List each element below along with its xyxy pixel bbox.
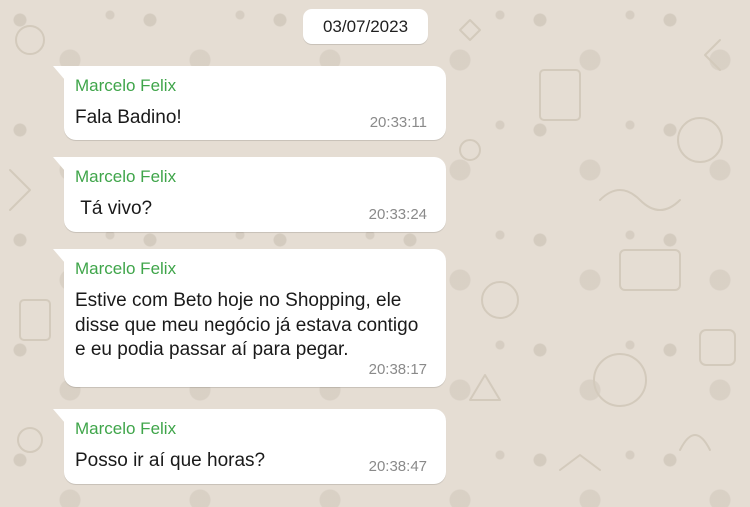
- message-bubble[interactable]: Marcelo Felix Tá vivo? 20:33:24: [53, 157, 446, 232]
- message-timestamp: 20:38:17: [368, 361, 427, 378]
- message-timestamp: 20:33:11: [369, 114, 427, 131]
- message-bubble[interactable]: Marcelo Felix Fala Badino! 20:33:11: [53, 66, 446, 140]
- date-divider: 03/07/2023: [303, 9, 428, 44]
- sender-name: Marcelo Felix: [75, 419, 177, 438]
- message-timestamp: 20:38:47: [368, 458, 427, 475]
- message-text: Estive com Beto hoje no Shopping, ele di…: [75, 290, 424, 360]
- message-bubble[interactable]: Marcelo Felix Posso ir aí que horas? 20:…: [53, 409, 446, 484]
- sender-name: Marcelo Felix: [75, 76, 177, 95]
- message-bubble[interactable]: Marcelo Felix Estive com Beto hoje no Sh…: [53, 249, 446, 387]
- sender-name: Marcelo Felix: [75, 167, 177, 186]
- message-timestamp: 20:33:24: [368, 206, 427, 223]
- sender-name: Marcelo Felix: [75, 259, 177, 278]
